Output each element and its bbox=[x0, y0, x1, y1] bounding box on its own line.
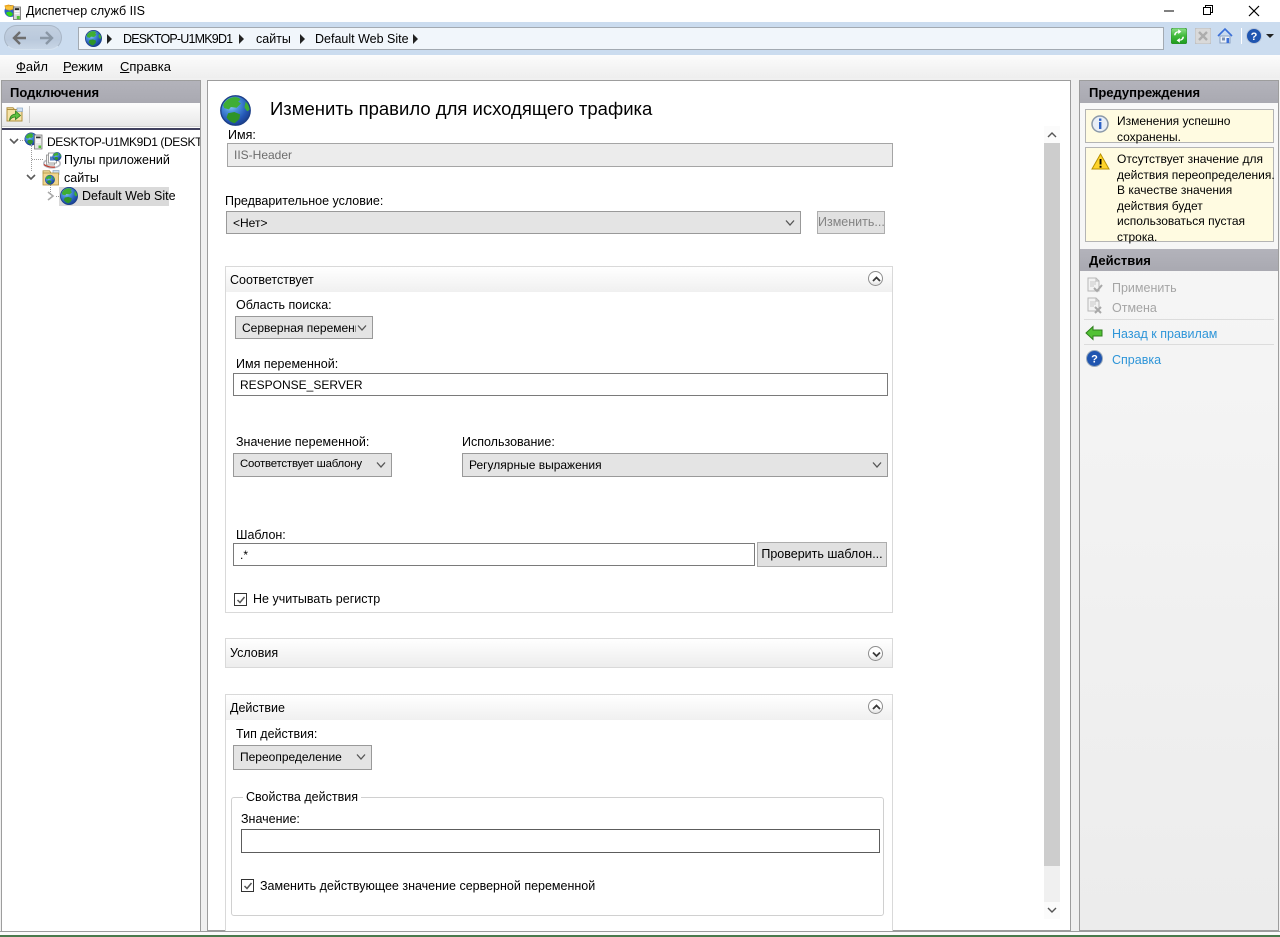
svg-text:?: ? bbox=[1091, 354, 1098, 366]
svg-text:?: ? bbox=[1251, 31, 1258, 43]
